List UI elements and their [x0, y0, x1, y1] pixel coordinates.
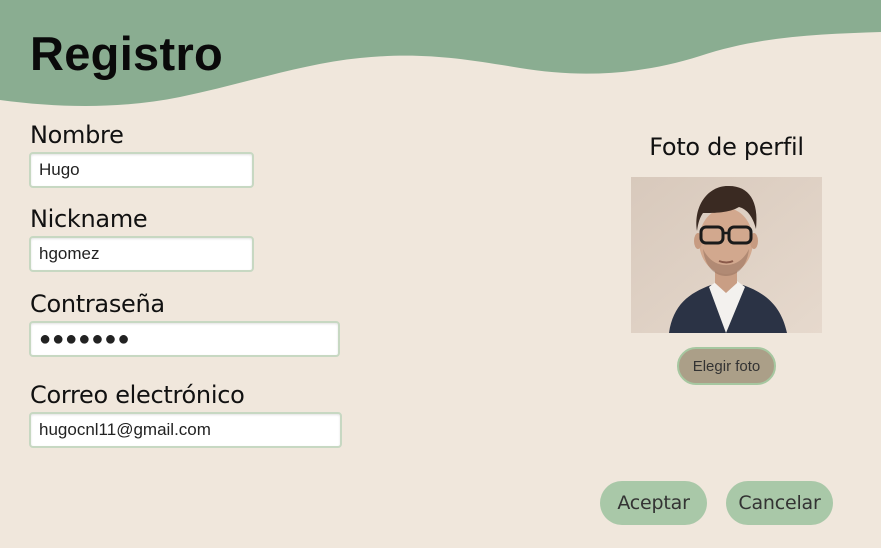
accept-button[interactable]: Aceptar	[600, 481, 707, 525]
profile-photo-title: Foto de perfil	[649, 133, 804, 161]
nickname-label: Nickname	[30, 205, 148, 233]
nickname-input[interactable]	[29, 236, 254, 272]
password-input[interactable]	[29, 321, 340, 357]
choose-photo-button[interactable]: Elegir foto	[677, 347, 776, 385]
name-label: Nombre	[30, 121, 124, 149]
email-input[interactable]	[29, 412, 342, 448]
email-label: Correo electrónico	[30, 381, 245, 409]
profile-photo	[631, 177, 822, 333]
name-input[interactable]	[29, 152, 254, 188]
page-title: Registro	[30, 27, 224, 80]
password-label: Contraseña	[30, 290, 165, 318]
cancel-button[interactable]: Cancelar	[726, 481, 833, 525]
